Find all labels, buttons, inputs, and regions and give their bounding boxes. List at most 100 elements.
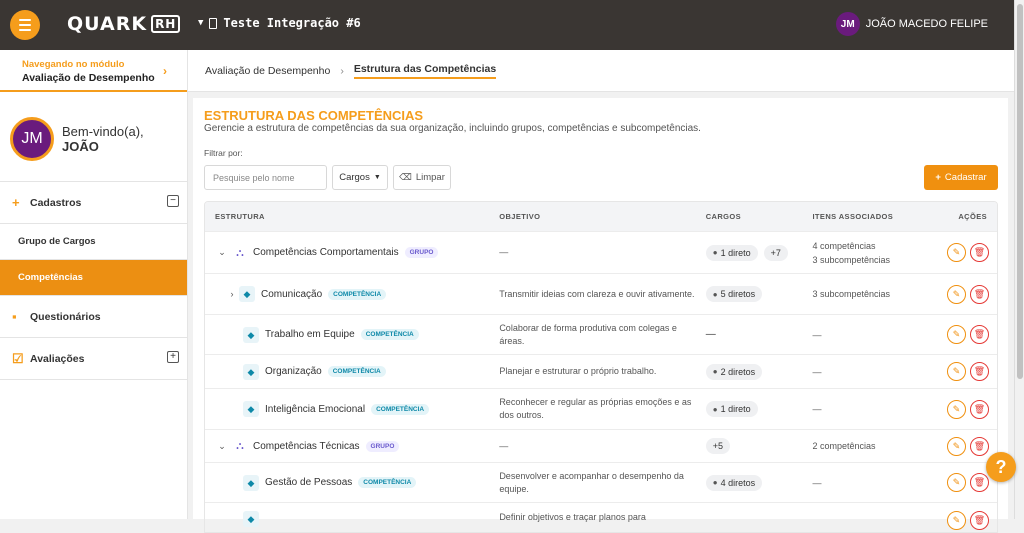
trash-icon[interactable]: 🗑 bbox=[970, 399, 989, 419]
row-objective: Colaborar de forma produtiva com colegas… bbox=[499, 322, 677, 346]
plus-icon: + bbox=[12, 195, 20, 210]
edit-icon[interactable]: ✎ bbox=[947, 362, 966, 381]
user-menu[interactable]: JM JOÃO MACEDO FELIPE bbox=[835, 12, 988, 36]
competency-badge: COMPETÊNCIA bbox=[328, 288, 387, 300]
cube-icon: ◆ bbox=[243, 474, 259, 491]
cargos-badge[interactable]: ● 2 diretos bbox=[705, 363, 763, 380]
sidebar-section-avaliacoes[interactable]: ☑ Avaliações + bbox=[0, 338, 187, 380]
trash-icon[interactable]: 🗑 bbox=[970, 436, 989, 456]
clear-label: Limpar bbox=[415, 172, 445, 183]
trash-icon[interactable]: 🗑 bbox=[970, 284, 989, 304]
cargos-badge[interactable]: ● 1 direto bbox=[705, 401, 758, 417]
row-items: — bbox=[812, 366, 822, 377]
row-name: Competências Comportamentais bbox=[253, 247, 399, 258]
sidebar-section-label: Cadastros bbox=[30, 196, 82, 209]
group-badge: GRUPO bbox=[365, 440, 400, 452]
table-row[interactable]: ◆ Inteligência Emocional COMPETÊNCIA Recon… bbox=[205, 388, 997, 429]
row-objective: Transmitir ideias com clareza e ouvir at… bbox=[499, 288, 695, 299]
cargos-text: 1 direto bbox=[720, 247, 751, 258]
user-name: JOÃO MACEDO FELIPE bbox=[865, 18, 988, 30]
row-name: Gestão de Pessoas bbox=[265, 477, 353, 488]
row-objective: — bbox=[499, 440, 509, 451]
sidebar-item-competencias[interactable]: Competências bbox=[0, 260, 187, 296]
cargos-select[interactable]: Cargos ▼ bbox=[332, 165, 388, 190]
competency-badge: COMPETÊNCIA bbox=[358, 477, 417, 488]
expand-icon[interactable]: + bbox=[167, 351, 179, 363]
breadcrumb-current: Estrutura das Competências bbox=[353, 63, 497, 79]
hierarchy-icon: ⛬ bbox=[236, 246, 244, 259]
edit-icon[interactable]: ✎ bbox=[947, 436, 966, 456]
trash-icon[interactable]: 🗑 bbox=[970, 511, 989, 530]
trash-icon[interactable]: 🗑 bbox=[970, 325, 989, 344]
search-input[interactable] bbox=[204, 165, 327, 190]
cargos-badge[interactable]: ● 1 direto bbox=[705, 244, 758, 261]
scrollbar-thumb[interactable] bbox=[1017, 4, 1023, 379]
user-icon: ● bbox=[712, 404, 718, 414]
cube-icon: ◆ bbox=[239, 286, 255, 302]
select-label: Cargos bbox=[339, 172, 370, 183]
chevron-right-icon[interactable]: › bbox=[225, 289, 239, 299]
col-header: OBJETIVO bbox=[499, 212, 541, 221]
logo[interactable]: QUARK RH bbox=[67, 13, 181, 35]
avatar: JM bbox=[10, 116, 54, 161]
edit-icon[interactable]: ✎ bbox=[947, 325, 966, 344]
table-row[interactable]: ◆ Organização COMPETÊNCIA Planejar e estru… bbox=[205, 354, 997, 388]
clear-button[interactable]: ⌫ Limpar bbox=[393, 165, 451, 190]
collapse-icon[interactable]: − bbox=[167, 195, 179, 207]
table-row[interactable]: ◆ Gestão de Pessoas COMPETÊNCIA Desenvolve… bbox=[205, 462, 997, 502]
org-selector[interactable]: ▼ Teste Integração #6 bbox=[198, 16, 361, 30]
page-title: ESTRUTURA DAS COMPETÊNCIAS bbox=[204, 108, 424, 123]
create-button[interactable]: + Cadastrar bbox=[924, 165, 998, 190]
breadcrumb: Avaliação de Desempenho › Estrutura das … bbox=[188, 50, 1014, 92]
org-name: Teste Integração #6 bbox=[223, 16, 361, 30]
col-header: CARGOS bbox=[705, 212, 742, 221]
trash-icon[interactable]: 🗑 bbox=[970, 473, 989, 492]
row-items: — bbox=[812, 477, 822, 488]
top-bar: QUARK RH ▼ Teste Integração #6 JM JOÃO MA… bbox=[0, 0, 1014, 50]
cargos-badge[interactable]: ● 5 diretos bbox=[705, 286, 763, 302]
sidebar: Navegando no módulo Avaliação de Desempe… bbox=[0, 50, 188, 519]
sidebar-section-label: Questionários bbox=[30, 310, 101, 323]
extra-cargos-badge[interactable]: +5 bbox=[705, 438, 730, 454]
module-navigator[interactable]: Navegando no módulo Avaliação de Desempe… bbox=[0, 50, 187, 92]
sidebar-section-questionarios[interactable]: ▪ Questionários bbox=[0, 296, 187, 338]
help-button[interactable]: ? bbox=[986, 452, 1016, 482]
table-row[interactable]: ⌄ ⛬ Competências Técnicas GRUPO — +5 2 comp… bbox=[205, 429, 997, 462]
edit-icon[interactable]: ✎ bbox=[947, 399, 966, 419]
sidebar-item-grupo-de-cargos[interactable]: Grupo de Cargos bbox=[0, 224, 187, 260]
table-row[interactable]: ◆ Definir objetivos e traçar planos para… bbox=[205, 502, 997, 532]
trash-icon[interactable]: 🗑 bbox=[970, 362, 989, 381]
clipboard-icon: ▪ bbox=[12, 309, 17, 324]
user-icon: ● bbox=[712, 248, 718, 257]
cube-icon: ◆ bbox=[243, 401, 259, 417]
chevron-down-icon[interactable]: ⌄ bbox=[215, 247, 229, 258]
menu-icon[interactable] bbox=[10, 10, 40, 40]
user-icon: ● bbox=[712, 367, 718, 376]
building-icon bbox=[209, 17, 218, 29]
row-name: Comunicação bbox=[261, 288, 323, 300]
cargos-badge[interactable]: ● 4 diretos bbox=[705, 474, 763, 491]
col-header: ESTRUTURA bbox=[215, 212, 265, 221]
edit-icon[interactable]: ✎ bbox=[947, 473, 966, 492]
edit-icon[interactable]: ✎ bbox=[947, 243, 966, 262]
row-items: 4 competências bbox=[812, 240, 876, 251]
cargos-text: — bbox=[705, 329, 716, 340]
table-row[interactable]: › ◆ Comunicação COMPETÊNCIA Transmitir idei… bbox=[205, 273, 997, 314]
row-name: Trabalho em Equipe bbox=[265, 329, 355, 340]
trash-icon[interactable]: 🗑 bbox=[970, 243, 989, 262]
table-row[interactable]: ⌄ ⛬ Competências Comportamentais GRUPO — ● 1… bbox=[205, 231, 997, 273]
cube-icon: ◆ bbox=[243, 363, 259, 380]
chevron-down-icon[interactable]: ⌄ bbox=[215, 441, 229, 452]
row-items: — bbox=[812, 329, 822, 340]
sidebar-section-cadastros[interactable]: + Cadastros − bbox=[0, 182, 187, 224]
edit-icon[interactable]: ✎ bbox=[947, 511, 966, 530]
hierarchy-icon: ⛬ bbox=[236, 440, 244, 452]
eraser-icon: ⌫ bbox=[399, 172, 412, 182]
edit-icon[interactable]: ✎ bbox=[947, 284, 966, 304]
extra-cargos-badge[interactable]: +7 bbox=[763, 244, 788, 261]
breadcrumb-parent[interactable]: Avaliação de Desempenho bbox=[205, 65, 330, 77]
scrollbar[interactable] bbox=[1014, 0, 1024, 519]
checkbox-icon: ☑ bbox=[12, 350, 24, 366]
cargos-text: 5 diretos bbox=[720, 289, 756, 299]
table-row[interactable]: ◆ Trabalho em Equipe COMPETÊNCIA Colaborar… bbox=[205, 314, 997, 354]
